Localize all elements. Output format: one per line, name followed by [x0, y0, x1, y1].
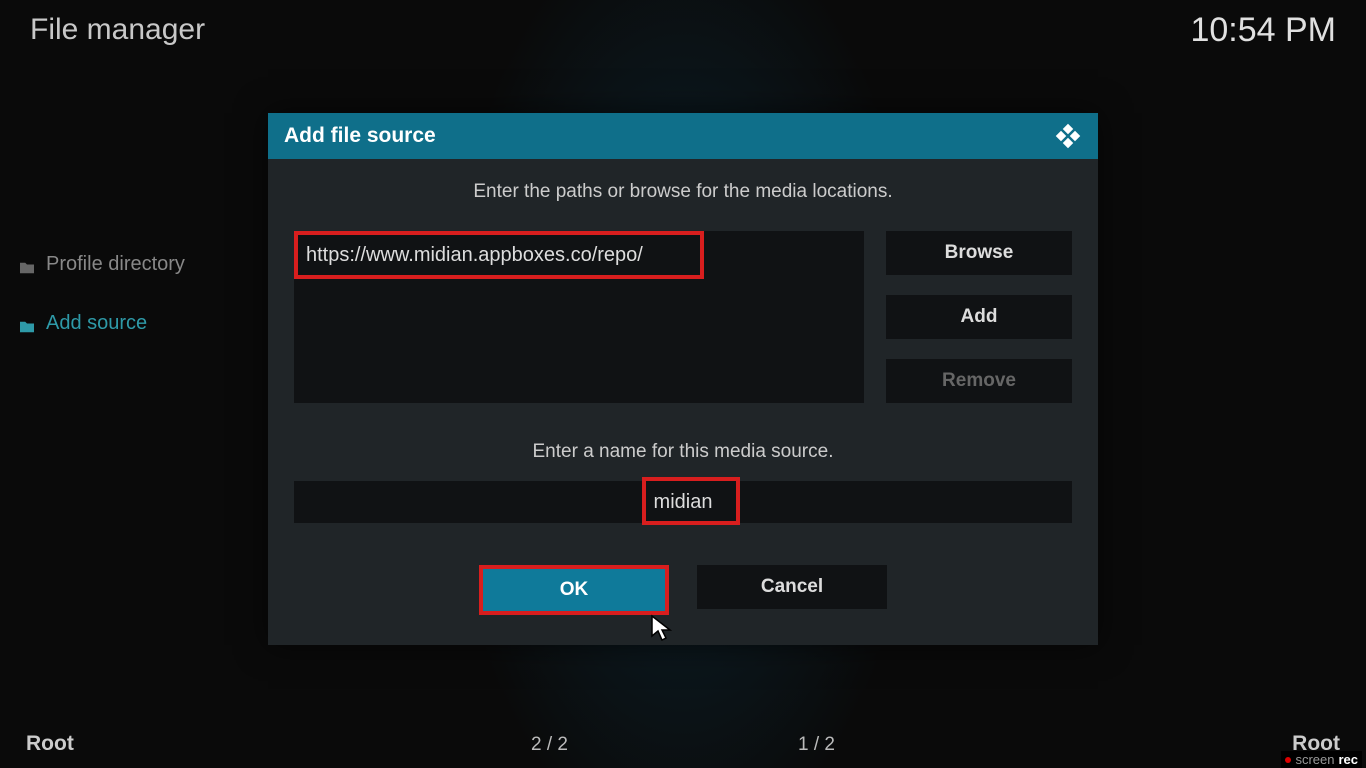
- dialog-title: Add file source: [284, 124, 436, 148]
- dialog-body: Enter the paths or browse for the media …: [268, 159, 1098, 645]
- paths-row: https://www.midian.appboxes.co/repo/ Bro…: [294, 231, 1072, 403]
- folder-icon: [18, 258, 36, 272]
- sidebar-item-label: Profile directory: [46, 253, 185, 276]
- screenrec-watermark: screen rec: [1281, 751, 1362, 768]
- add-file-source-dialog: Add file source Enter the paths or brows…: [268, 113, 1098, 645]
- instruction-name-text: Enter a name for this media source.: [294, 441, 1072, 463]
- sidebar-item-profile-directory[interactable]: Profile directory: [18, 245, 238, 284]
- folder-icon: [18, 317, 36, 331]
- watermark-text-b: rec: [1338, 752, 1358, 767]
- footer: Root Root: [0, 732, 1366, 756]
- add-button[interactable]: Add: [886, 295, 1072, 339]
- instruction-text: Enter the paths or browse for the media …: [294, 181, 1072, 203]
- name-input-wrap: midian: [294, 481, 1072, 523]
- sidebar-item-label: Add source: [46, 312, 147, 335]
- watermark-text-a: screen: [1295, 752, 1334, 767]
- cancel-button[interactable]: Cancel: [697, 565, 887, 609]
- record-dot-icon: [1285, 757, 1291, 763]
- ok-button[interactable]: OK: [479, 565, 669, 615]
- dialog-actions: OK Cancel: [294, 565, 1072, 615]
- page-title: File manager: [30, 13, 205, 47]
- path-input[interactable]: https://www.midian.appboxes.co/repo/: [294, 231, 704, 279]
- browse-button[interactable]: Browse: [886, 231, 1072, 275]
- side-buttons: Browse Add Remove: [886, 231, 1072, 403]
- clock: 10:54 PM: [1190, 11, 1336, 50]
- footer-left-label: Root: [26, 732, 74, 756]
- remove-button[interactable]: Remove: [886, 359, 1072, 403]
- sidebar-item-add-source[interactable]: Add source: [18, 304, 238, 343]
- dialog-header: Add file source: [268, 113, 1098, 159]
- sidebar: Profile directory Add source: [18, 245, 238, 363]
- header: File manager 10:54 PM: [0, 0, 1366, 60]
- name-input[interactable]: midian: [294, 481, 1072, 523]
- paths-list[interactable]: https://www.midian.appboxes.co/repo/: [294, 231, 864, 403]
- kodi-logo-icon: [1054, 122, 1082, 150]
